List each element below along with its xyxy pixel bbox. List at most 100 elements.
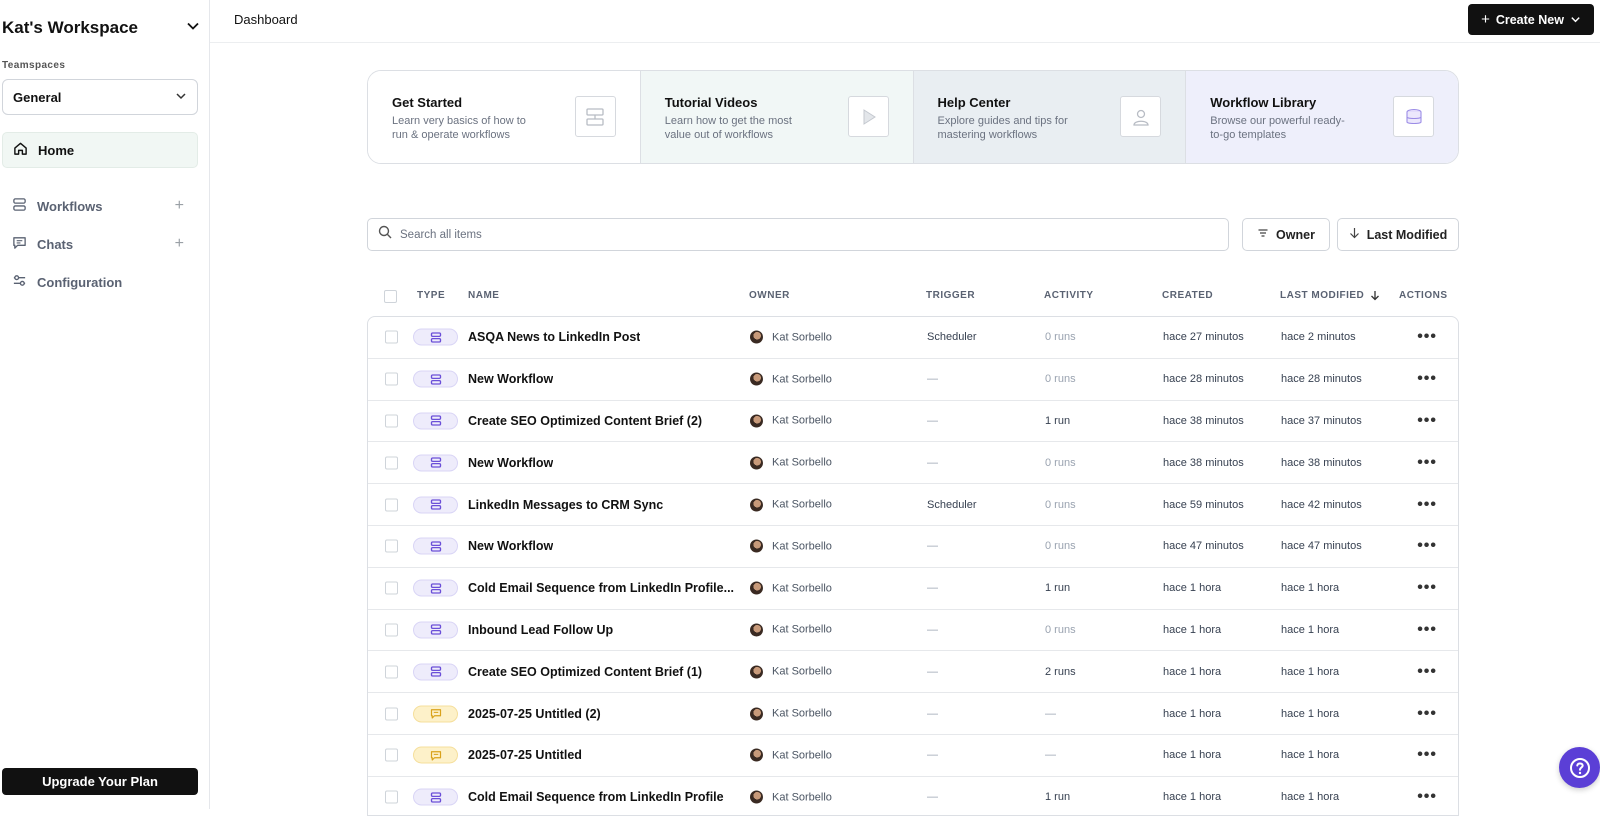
- more-actions-icon[interactable]: •••: [1417, 370, 1437, 388]
- row-checkbox[interactable]: [385, 790, 398, 804]
- stack-icon: [1393, 96, 1434, 137]
- more-actions-icon[interactable]: •••: [1417, 788, 1437, 806]
- column-header-last-modified[interactable]: LAST MODIFIED: [1280, 290, 1380, 301]
- row-checkbox[interactable]: [385, 665, 398, 679]
- row-checkbox[interactable]: [385, 623, 398, 637]
- activity-cell: 0 runs: [1045, 373, 1076, 386]
- sliders-icon: [12, 273, 27, 291]
- table-row[interactable]: New Workflow Kat Sorbello — 0 runs hace 28 m…: [368, 359, 1458, 401]
- chat-icon: [430, 708, 442, 720]
- item-name[interactable]: New Workflow: [468, 372, 553, 386]
- item-name[interactable]: Create SEO Optimized Content Brief (1): [468, 665, 702, 679]
- chevron-down-icon: [1571, 17, 1580, 23]
- workflow-icon: [430, 624, 442, 636]
- table-row[interactable]: New Workflow Kat Sorbello — 0 runs hace 38 m…: [368, 442, 1458, 485]
- avatar: [750, 707, 763, 721]
- more-actions-icon[interactable]: •••: [1417, 579, 1437, 597]
- row-checkbox[interactable]: [385, 707, 398, 721]
- last-modified-cell: hace 2 minutos: [1281, 331, 1356, 344]
- activity-cell: 0 runs: [1045, 331, 1076, 344]
- item-name[interactable]: New Workflow: [468, 456, 553, 470]
- table-row[interactable]: Cold Email Sequence from LinkedIn Profil…: [368, 568, 1458, 610]
- more-actions-icon[interactable]: •••: [1417, 537, 1437, 555]
- row-checkbox[interactable]: [385, 498, 398, 512]
- row-checkbox[interactable]: [385, 456, 398, 470]
- more-actions-icon[interactable]: •••: [1417, 412, 1437, 430]
- more-actions-icon[interactable]: •••: [1417, 328, 1437, 346]
- create-new-button[interactable]: + Create New: [1468, 4, 1594, 35]
- row-checkbox[interactable]: [385, 414, 398, 428]
- card-get-started[interactable]: Get Started Learn very basics of how to …: [368, 71, 641, 163]
- workflow-icon: [430, 415, 442, 427]
- item-name[interactable]: ASQA News to LinkedIn Post: [468, 330, 640, 344]
- item-name[interactable]: 2025-07-25 Untitled: [468, 748, 582, 762]
- row-checkbox[interactable]: [385, 539, 398, 553]
- trigger-cell: —: [927, 582, 938, 595]
- sidebar-item-chats[interactable]: Chats +: [2, 229, 198, 259]
- sidebar-item-configuration[interactable]: Configuration: [2, 267, 198, 297]
- workflow-icon: [430, 791, 442, 803]
- card-tutorial-videos[interactable]: Tutorial Videos Learn how to get the mos…: [640, 71, 914, 163]
- table-row[interactable]: Inbound Lead Follow Up Kat Sorbello — 0 run…: [368, 610, 1458, 652]
- sort-button[interactable]: Last Modified: [1337, 218, 1459, 251]
- sidebar-item-home[interactable]: Home: [2, 132, 198, 168]
- card-workflow-library[interactable]: Workflow Library Browse our powerful rea…: [1186, 71, 1458, 163]
- activity-cell: 0 runs: [1045, 498, 1076, 511]
- search-input[interactable]: [400, 228, 1180, 241]
- column-header-activity[interactable]: ACTIVITY: [1044, 290, 1094, 301]
- activity-cell: 2 runs: [1045, 665, 1076, 678]
- table-row[interactable]: 2025-07-25 Untitled Kat Sorbello — — hace 1 …: [368, 735, 1458, 777]
- type-badge: [413, 496, 458, 514]
- workspace-switcher[interactable]: Kat's Workspace: [2, 16, 200, 40]
- avatar: [750, 372, 763, 386]
- item-name[interactable]: New Workflow: [468, 539, 553, 553]
- table-row[interactable]: LinkedIn Messages to CRM Sync Kat Sorbell…: [368, 484, 1458, 526]
- card-help-center[interactable]: Help Center Explore guides and tips for …: [913, 71, 1187, 163]
- item-name[interactable]: Cold Email Sequence from LinkedIn Profil…: [468, 790, 724, 804]
- more-actions-icon[interactable]: •••: [1417, 454, 1437, 472]
- item-name[interactable]: LinkedIn Messages to CRM Sync: [468, 498, 663, 512]
- table-row[interactable]: New Workflow Kat Sorbello — 0 runs hace 47 m…: [368, 526, 1458, 568]
- column-header-owner[interactable]: OWNER: [749, 290, 790, 301]
- more-actions-icon[interactable]: •••: [1417, 621, 1437, 639]
- more-actions-icon[interactable]: •••: [1417, 496, 1437, 514]
- type-badge: [413, 788, 458, 806]
- table-row[interactable]: ASQA News to LinkedIn Post Kat Sorbello Sc…: [368, 317, 1458, 359]
- more-actions-icon[interactable]: •••: [1417, 663, 1437, 681]
- workflow-icon: [430, 373, 442, 385]
- row-checkbox[interactable]: [385, 330, 398, 344]
- row-checkbox[interactable]: [385, 581, 398, 595]
- more-actions-icon[interactable]: •••: [1417, 705, 1437, 723]
- add-chat-icon[interactable]: +: [175, 235, 184, 253]
- teamspace-select[interactable]: General: [2, 79, 198, 115]
- row-checkbox[interactable]: [385, 372, 398, 386]
- table-row[interactable]: Create SEO Optimized Content Brief (2) Ka…: [368, 401, 1458, 443]
- table-row[interactable]: Create SEO Optimized Content Brief (1) Ka…: [368, 651, 1458, 694]
- column-header-trigger[interactable]: TRIGGER: [926, 290, 975, 301]
- item-name[interactable]: 2025-07-25 Untitled (2): [468, 707, 601, 721]
- more-actions-icon[interactable]: •••: [1417, 746, 1437, 764]
- table-row[interactable]: Cold Email Sequence from LinkedIn Profil…: [368, 777, 1458, 815]
- item-name[interactable]: Inbound Lead Follow Up: [468, 623, 613, 637]
- item-name[interactable]: Create SEO Optimized Content Brief (2): [468, 414, 702, 428]
- column-header-name[interactable]: NAME: [468, 290, 499, 301]
- owner-cell: Kat Sorbello: [750, 456, 832, 470]
- owner-filter-button[interactable]: Owner: [1242, 218, 1330, 251]
- select-all-checkbox[interactable]: [384, 290, 397, 303]
- sidebar-item-workflows[interactable]: Workflows +: [2, 191, 198, 221]
- avatar: [750, 790, 763, 804]
- help-button[interactable]: [1559, 747, 1600, 788]
- owner-cell: Kat Sorbello: [750, 665, 832, 679]
- owner-cell: Kat Sorbello: [750, 330, 832, 344]
- upgrade-plan-button[interactable]: Upgrade Your Plan: [2, 768, 198, 795]
- chat-icon: [430, 749, 442, 761]
- table-row[interactable]: 2025-07-25 Untitled (2) Kat Sorbello — — hac…: [368, 693, 1458, 735]
- row-checkbox[interactable]: [385, 748, 398, 762]
- item-name[interactable]: Cold Email Sequence from LinkedIn Profil…: [468, 581, 734, 595]
- column-header-created[interactable]: CREATED: [1162, 290, 1213, 301]
- owner-cell: Kat Sorbello: [750, 790, 832, 804]
- type-badge: [413, 705, 458, 723]
- add-workflow-icon[interactable]: +: [175, 197, 184, 215]
- avatar: [750, 581, 763, 595]
- teamspace-selected-value: General: [13, 89, 62, 105]
